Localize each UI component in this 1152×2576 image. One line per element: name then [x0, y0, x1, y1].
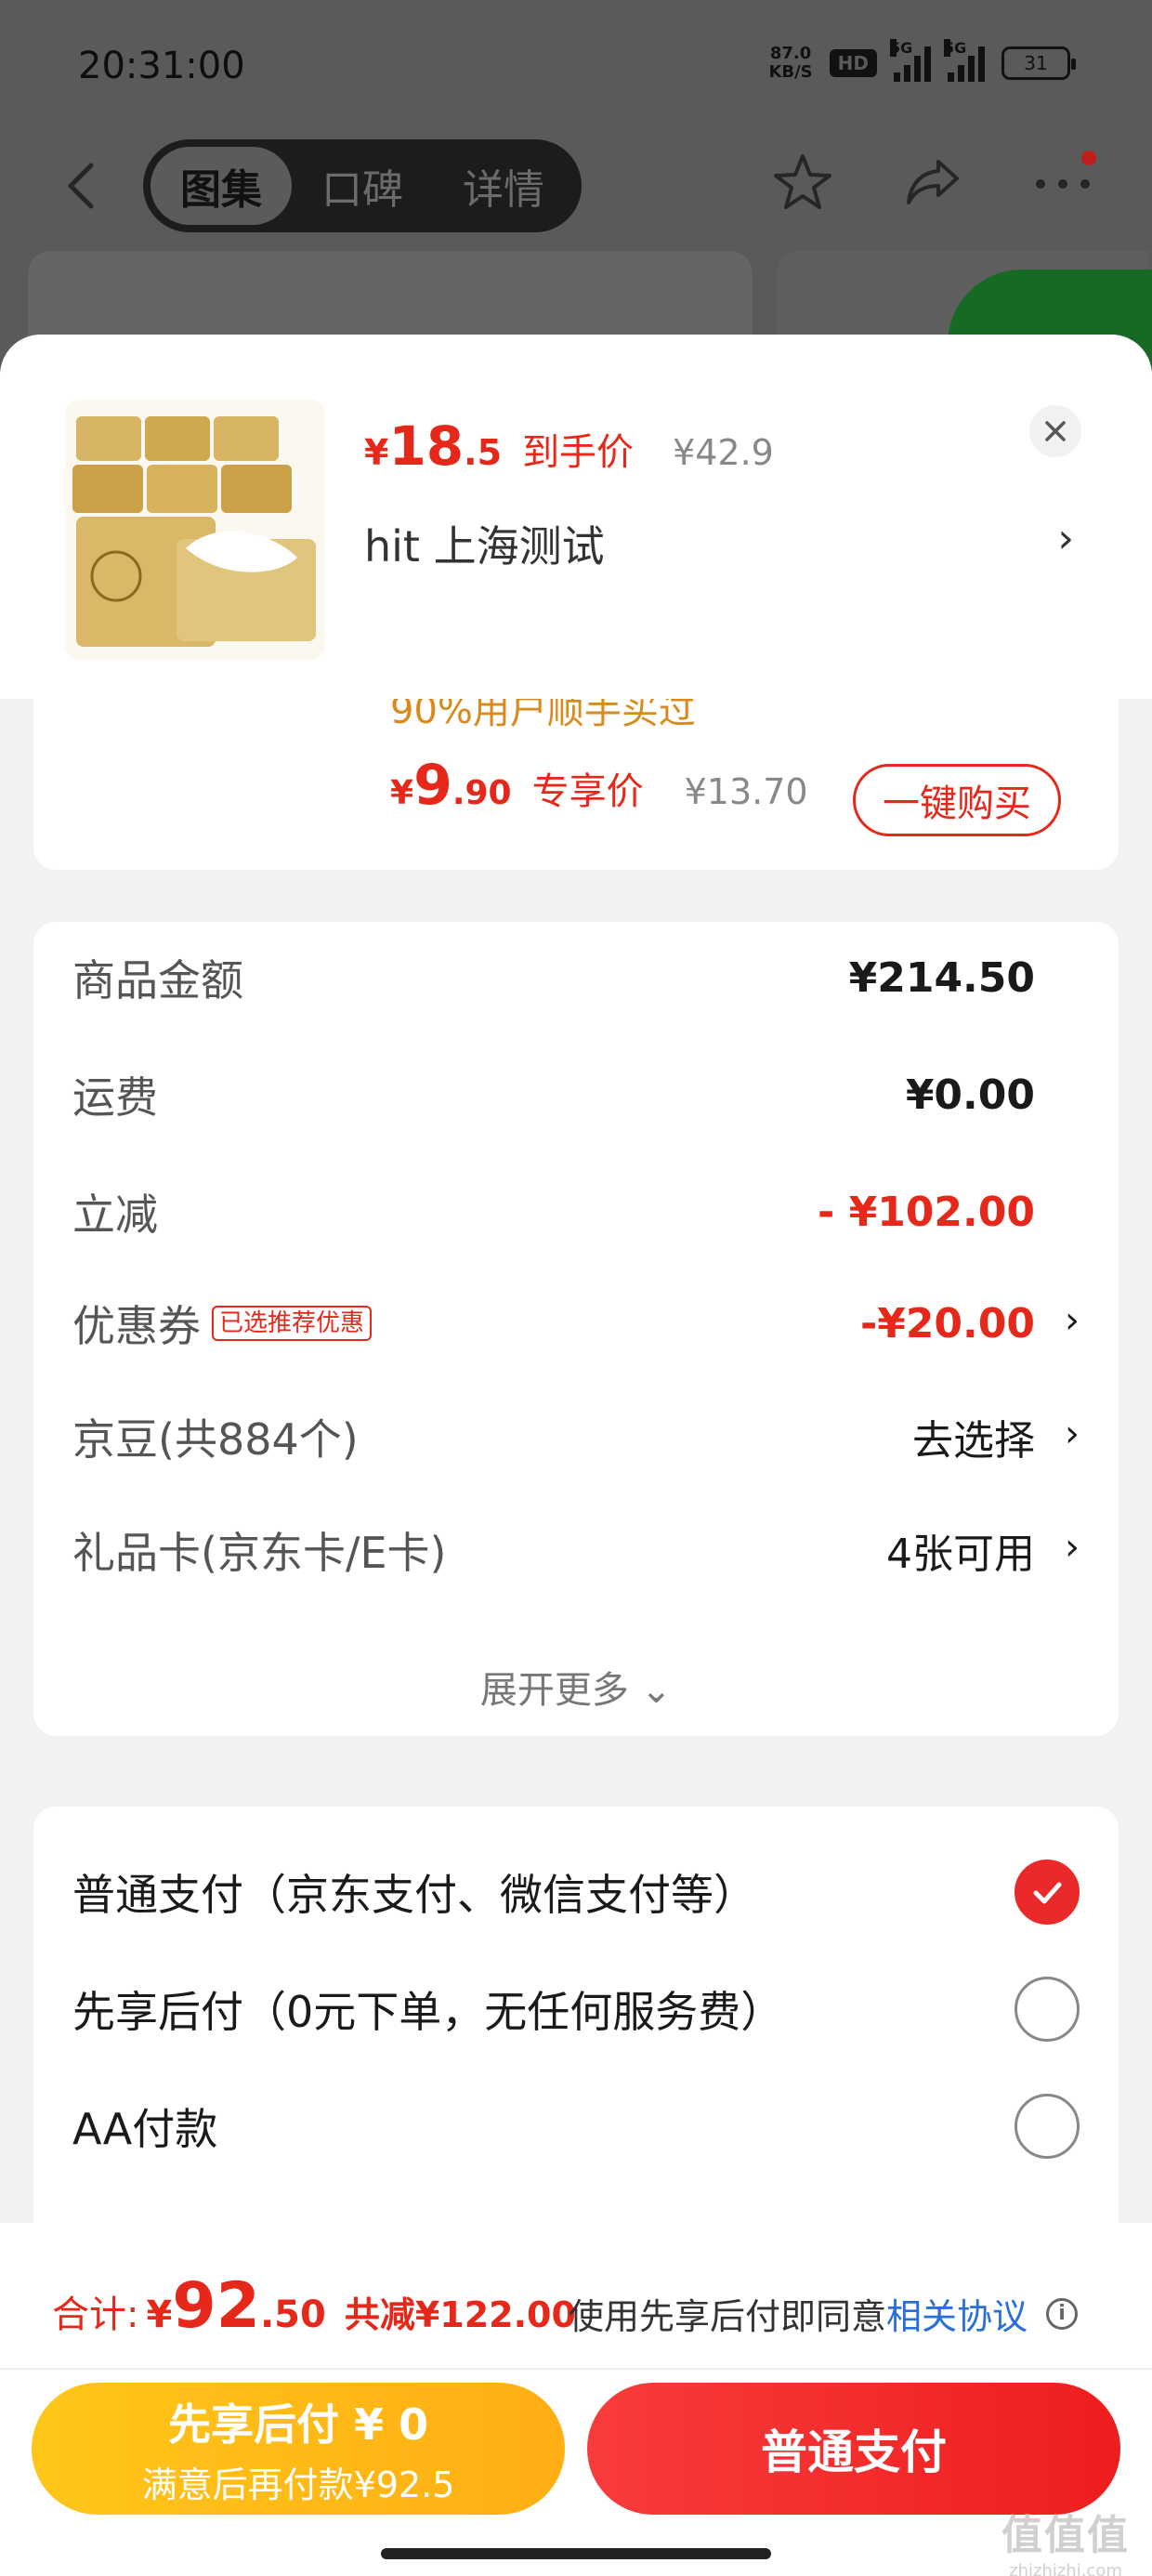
battery-icon: 31 — [1001, 46, 1076, 80]
total-decimal: .50 — [259, 2293, 326, 2336]
checkout-footer: 合计: ¥ 92 .50 共减¥122.00 使用先享后付即同意 相关协议 i … — [0, 2223, 1152, 2576]
agreement-text: 使用先享后付即同意 — [569, 2296, 887, 2337]
recommend-original-price: ¥13.70 — [684, 771, 808, 812]
favorite-star-icon[interactable] — [769, 149, 836, 216]
cost-label: 礼品卡(京东卡/E卡) — [72, 1528, 447, 1578]
watermark-site: zhizhizhi.com — [1009, 2561, 1122, 2576]
radio-unchecked-icon[interactable] — [1015, 1977, 1080, 2042]
agreement-link[interactable]: 相关协议 — [886, 2288, 1028, 2339]
recommend-price-tag: 专享价 — [531, 770, 644, 813]
network-speed: 87.0 KB/S — [768, 45, 812, 82]
order-total: 合计: ¥ 92 .50 共减¥122.00 — [52, 2269, 576, 2343]
recommend-price-integer: 9 — [413, 753, 452, 818]
cost-value: ¥214.50 — [848, 953, 1035, 1002]
cost-row-coupon[interactable]: 优惠券 已选推荐优惠 -¥20.00 › — [72, 1286, 1080, 1360]
cost-label: 运费 — [72, 1072, 158, 1123]
network-speed-unit: KB/S — [768, 62, 813, 82]
cost-row-discount: 立减 - ¥102.00 — [72, 1175, 1080, 1249]
signal-icon-2: 5G — [944, 39, 985, 82]
tab-gallery[interactable]: 图集 — [151, 147, 292, 225]
signal-label: 5G — [890, 39, 913, 57]
view-tabs: 图集 口碑 详情 — [143, 139, 582, 232]
total-saved: 共减¥122.00 — [344, 2294, 576, 2335]
more-icon[interactable] — [1029, 149, 1096, 216]
info-icon[interactable]: i — [1046, 2297, 1079, 2330]
nav-actions — [769, 149, 1096, 216]
total-symbol: ¥ — [146, 2293, 173, 2336]
tab-details[interactable]: 详情 — [433, 147, 574, 225]
price-tag: 到手价 — [522, 431, 635, 474]
chevron-right-icon: › — [1065, 1526, 1080, 1569]
chevron-right-icon: › — [1065, 1413, 1080, 1455]
product-price: ¥ 18 .5 到手价 ¥42.9 — [364, 414, 774, 478]
cost-label: 优惠券 已选推荐优惠 — [72, 1293, 373, 1354]
divider — [0, 2368, 1152, 2370]
cost-row-jingdou[interactable]: 京豆(共884个) 去选择 › — [72, 1400, 1080, 1474]
pay-now-button[interactable]: 普通支付 — [587, 2383, 1120, 2515]
cost-label: 商品金额 — [72, 955, 243, 1005]
original-price: ¥42.9 — [673, 432, 774, 473]
signal-label-2: 5G — [944, 39, 967, 57]
radio-checked-icon[interactable] — [1015, 1860, 1080, 1925]
back-icon[interactable] — [56, 158, 111, 214]
spec-selector[interactable]: hit 上海测试 — [364, 513, 605, 574]
cost-breakdown: 商品金额 ¥214.50 运费 ¥0.00 立减 - ¥102.00 优惠券 已… — [33, 922, 1119, 1736]
hd-icon: HD — [829, 49, 877, 77]
recommend-price-decimal: .90 — [452, 774, 512, 812]
cost-row-goods: 商品金额 ¥214.50 — [72, 940, 1080, 1015]
recommend-price-symbol: ¥ — [390, 774, 414, 812]
payment-option-label: AA付款 — [72, 2104, 218, 2154]
payment-option-pay-later[interactable]: 先享后付（0元下单，无任何服务费） — [72, 1972, 1080, 2046]
one-click-buy-button[interactable]: 一键购买 — [853, 764, 1061, 836]
cost-row-giftcard[interactable]: 礼品卡(京东卡/E卡) 4张可用 › — [72, 1513, 1080, 1587]
cost-value: - ¥102.00 — [818, 1188, 1035, 1236]
status-bar: 20:31:00 87.0 KB/S HD 5G 5G 31 — [0, 0, 1152, 130]
radio-unchecked-icon[interactable] — [1015, 2094, 1080, 2159]
cost-value: 去选择 — [912, 1417, 1035, 1465]
cost-row-shipping: 运费 ¥0.00 — [72, 1058, 1080, 1132]
tab-reviews[interactable]: 口碑 — [292, 147, 433, 225]
payment-option-label: 先享后付（0元下单，无任何服务费） — [72, 1987, 784, 2037]
total-label: 合计: — [52, 2293, 139, 2336]
agreement-line: 使用先享后付即同意 相关协议 i — [569, 2288, 1079, 2339]
chevron-right-icon[interactable]: › — [1057, 515, 1074, 562]
watermark: 值值值 zhizhizhi.com — [1001, 2502, 1130, 2576]
coupon-badge: 已选推荐优惠 — [212, 1306, 373, 1341]
cost-label: 立减 — [72, 1189, 158, 1240]
home-indicator[interactable] — [381, 2548, 771, 2559]
coupon-label: 优惠券 — [72, 1301, 201, 1351]
pay-later-button[interactable]: 先享后付 ¥ 0 满意后再付款¥92.5 — [32, 2383, 565, 2515]
pay-later-title: 先享后付 ¥ 0 — [167, 2399, 429, 2450]
payment-option-label: 普通支付（京东支付、微信支付等） — [72, 1870, 756, 1920]
cost-value: -¥20.00 — [859, 1299, 1035, 1347]
pay-later-subtitle: 满意后再付款¥92.5 — [141, 2464, 455, 2505]
payment-methods: 普通支付（京东支付、微信支付等） 先享后付（0元下单，无任何服务费） AA付款 — [33, 1807, 1119, 2253]
status-time: 20:31:00 — [78, 45, 245, 87]
cost-value: ¥0.00 — [905, 1071, 1035, 1119]
notification-dot — [1081, 151, 1096, 165]
signal-icon: 5G — [890, 39, 931, 82]
payment-option-aa[interactable]: AA付款 — [72, 2089, 1080, 2163]
price-integer: 18 — [388, 414, 465, 478]
close-icon[interactable] — [1029, 405, 1081, 457]
status-indicators: 87.0 KB/S HD 5G 5G 31 — [768, 39, 1076, 82]
expand-more-button[interactable]: 展开更多 ⌄ — [33, 1660, 1119, 1714]
product-image — [65, 400, 325, 660]
network-speed-value: 87.0 — [769, 44, 812, 63]
payment-option-normal[interactable]: 普通支付（京东支付、微信支付等） — [72, 1855, 1080, 1929]
price-decimal: .5 — [464, 432, 503, 473]
chevron-right-icon: › — [1065, 1299, 1080, 1342]
recommend-price: ¥ 9 .90 专享价 ¥13.70 — [390, 753, 808, 818]
watermark-mark: 值值值 — [1001, 2512, 1130, 2559]
background-page: 20:31:00 87.0 KB/S HD 5G 5G 31 图集 口碑 详情 — [0, 0, 1152, 390]
share-icon[interactable] — [899, 149, 966, 216]
total-integer: 92 — [172, 2269, 260, 2343]
sheet-header: ¥ 18 .5 到手价 ¥42.9 hit 上海测试 › — [0, 335, 1152, 699]
cost-label: 京豆(共884个) — [72, 1414, 359, 1465]
price-symbol: ¥ — [364, 432, 389, 473]
cost-value: 4张可用 — [886, 1531, 1035, 1578]
